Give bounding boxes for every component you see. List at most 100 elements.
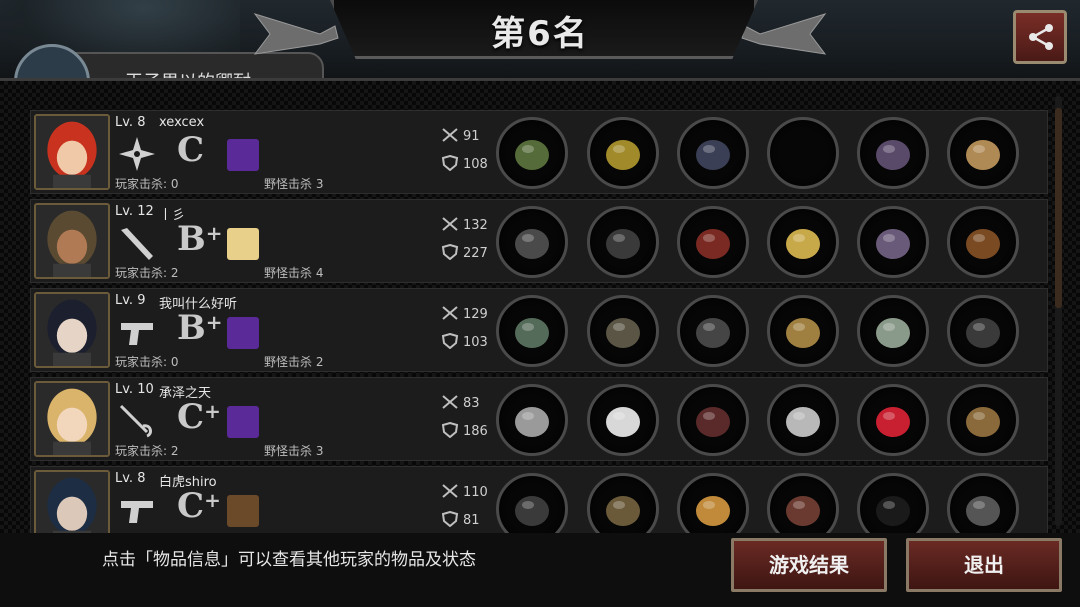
player-grade: C <box>177 131 204 169</box>
grade-letter: C <box>177 486 205 526</box>
bat-icon <box>117 224 157 262</box>
item-slot[interactable] <box>496 295 568 367</box>
scrollbar[interactable] <box>1055 108 1062 308</box>
defense-stat: 81 <box>441 510 480 528</box>
purple-skill-icon <box>227 139 259 171</box>
item-slot[interactable] <box>587 295 659 367</box>
item-slot[interactable] <box>496 206 568 278</box>
item-slot[interactable] <box>767 295 839 367</box>
defense-value: 108 <box>463 157 488 172</box>
player-name: xexcex <box>159 115 205 130</box>
item-slot[interactable] <box>767 117 839 189</box>
grade-letter: B <box>177 219 206 259</box>
player-grade: B+ <box>177 220 223 258</box>
shield-icon <box>441 154 459 172</box>
defense-value: 227 <box>463 246 488 261</box>
crossed-swords-icon <box>441 305 459 321</box>
yellow-skill-icon <box>227 228 259 260</box>
player-level: Lv. 8 <box>115 115 146 130</box>
player-row[interactable]: Lv. 12 丨彡 B+ 玩家击杀: 2 野怪击杀 4 132 227 <box>30 199 1048 283</box>
monster-kills: 野怪击杀 3 <box>264 177 324 191</box>
item-slot[interactable] <box>767 384 839 456</box>
shield-icon <box>441 332 459 350</box>
player-level: Lv. 10 <box>115 382 154 397</box>
item-slot[interactable] <box>767 206 839 278</box>
crossed-swords-icon <box>441 483 459 499</box>
pistol-icon <box>117 491 157 529</box>
attack-stat: 83 <box>441 394 480 411</box>
item-slot[interactable] <box>677 206 749 278</box>
player-kills: 玩家击杀: 2 <box>115 266 179 280</box>
defense-value: 81 <box>463 513 480 528</box>
attack-value: 91 <box>463 129 480 144</box>
monster-kills: 野怪击杀 3 <box>264 444 324 458</box>
defense-stat: 186 <box>441 421 488 439</box>
rapier-icon <box>117 402 157 440</box>
item-slot[interactable] <box>857 117 929 189</box>
player-level: Lv. 9 <box>115 293 146 308</box>
crossed-swords-icon <box>441 127 459 143</box>
tip-text: 点击「物品信息」可以查看其他玩家的物品及状态 <box>102 550 476 570</box>
player-kills: 玩家击杀: 2 <box>115 444 179 458</box>
item-slot[interactable] <box>587 384 659 456</box>
player-avatar[interactable] <box>34 203 110 279</box>
grade-plus: + <box>205 310 223 334</box>
defense-stat: 108 <box>441 154 488 172</box>
pistol-icon <box>117 313 157 351</box>
attack-value: 83 <box>463 396 480 411</box>
player-kills: 玩家击杀: 0 <box>115 355 179 369</box>
player-row[interactable]: Lv. 9 我叫什么好听 B+ 玩家击杀: 0 野怪击杀 2 129 103 <box>30 288 1048 372</box>
bullets-skill-icon <box>227 495 259 527</box>
item-slot[interactable] <box>677 117 749 189</box>
game-result-button[interactable]: 游戏结果 <box>731 538 887 592</box>
item-slot[interactable] <box>857 206 929 278</box>
grade-plus: + <box>204 399 221 423</box>
purple-skill-icon <box>227 317 259 349</box>
shield-icon <box>441 243 459 261</box>
item-slot[interactable] <box>947 117 1019 189</box>
item-slot[interactable] <box>587 117 659 189</box>
attack-stat: 91 <box>441 127 480 144</box>
shield-icon <box>441 421 459 439</box>
item-slot[interactable] <box>496 117 568 189</box>
item-slot[interactable] <box>857 295 929 367</box>
item-slot[interactable] <box>496 384 568 456</box>
attack-value: 129 <box>463 307 488 322</box>
monster-kills: 野怪击杀 4 <box>264 266 324 280</box>
player-row[interactable]: Lv. 10 承泽之天 C+ 玩家击杀: 2 野怪击杀 3 83 186 <box>30 377 1048 461</box>
grade-letter: B <box>177 308 206 348</box>
grade-plus: + <box>205 221 223 245</box>
share-button[interactable] <box>1013 10 1067 64</box>
crossed-swords-icon <box>441 216 459 232</box>
grade-plus: + <box>204 488 221 512</box>
item-slot[interactable] <box>677 384 749 456</box>
player-level: Lv. 12 <box>115 204 154 219</box>
item-slot[interactable] <box>947 295 1019 367</box>
defense-stat: 227 <box>441 243 488 261</box>
defense-stat: 103 <box>441 332 488 350</box>
shuriken-icon <box>117 135 157 173</box>
item-slot[interactable] <box>677 295 749 367</box>
player-row[interactable]: Lv. 8 xexcex C 玩家击杀: 0 野怪击杀 3 91 108 <box>30 110 1048 194</box>
share-icon <box>1029 24 1053 50</box>
purple-skill-icon <box>227 406 259 438</box>
page-title: 第6名 <box>491 14 589 54</box>
player-grade: C+ <box>177 487 221 525</box>
item-slot[interactable] <box>947 206 1019 278</box>
player-level: Lv. 8 <box>115 471 146 486</box>
defense-value: 103 <box>463 335 488 350</box>
attack-stat: 129 <box>441 305 488 322</box>
exit-button[interactable]: 退出 <box>906 538 1062 592</box>
monster-kills: 野怪击杀 2 <box>264 355 324 369</box>
player-avatar[interactable] <box>34 292 110 368</box>
grade-letter: C <box>177 130 205 170</box>
attack-stat: 110 <box>441 483 488 500</box>
player-avatar[interactable] <box>34 381 110 457</box>
attack-value: 132 <box>463 218 488 233</box>
attack-value: 110 <box>463 485 488 500</box>
item-slot[interactable] <box>947 384 1019 456</box>
item-slot[interactable] <box>587 206 659 278</box>
attack-stat: 132 <box>441 216 488 233</box>
player-avatar[interactable] <box>34 114 110 190</box>
item-slot[interactable] <box>857 384 929 456</box>
